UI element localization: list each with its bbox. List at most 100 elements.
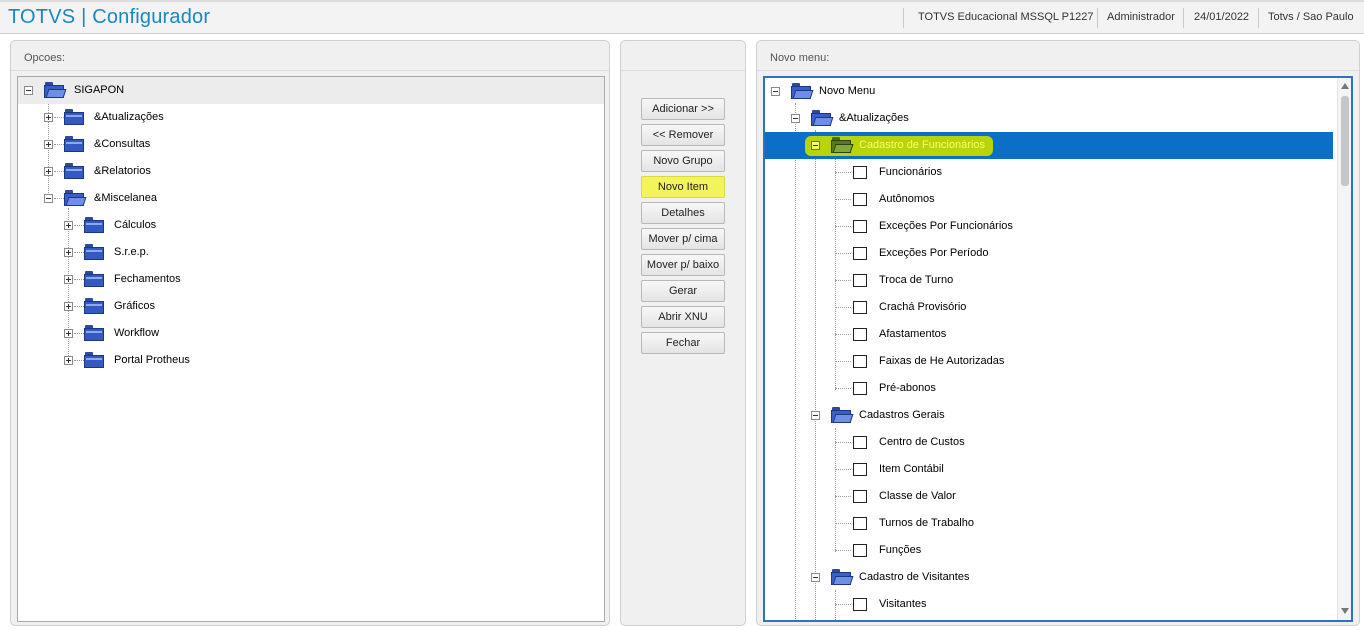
- tree-node-atualizacoes[interactable]: &Atualizações: [765, 105, 1335, 132]
- menu-item-icon: [853, 490, 867, 503]
- tree-node-root[interactable]: SIGAPON: [18, 77, 604, 104]
- tree-line: [54, 117, 64, 118]
- collapse-icon[interactable]: [811, 141, 820, 150]
- menu-item-icon: [853, 544, 867, 557]
- details-button[interactable]: Detalhes: [641, 202, 725, 224]
- expand-icon[interactable]: [64, 275, 73, 284]
- title-bar: TOTVS | Configurador TOTVS Educacional M…: [0, 0, 1364, 34]
- tree-item[interactable]: Pré-abonos: [765, 375, 1335, 402]
- tree-node-relatorios[interactable]: &Relatorios: [18, 158, 604, 185]
- tree-node-label: Autônomos: [879, 193, 935, 205]
- options-tree[interactable]: SIGAPON &Atualizações &Consultas &Relato…: [17, 76, 605, 622]
- tree-node-workflow[interactable]: Workflow: [18, 320, 604, 347]
- tree-line: [835, 469, 851, 470]
- tree-node-portal-protheus[interactable]: Portal Protheus: [18, 347, 604, 374]
- tree-line: [835, 307, 851, 308]
- tree-item[interactable]: Exceções Por Funcionários: [765, 213, 1335, 240]
- tree-item[interactable]: Afastamentos: [765, 321, 1335, 348]
- expand-icon[interactable]: [64, 221, 73, 230]
- tree-node-label: S.r.e.p.: [114, 246, 149, 258]
- remove-button[interactable]: << Remover: [641, 124, 725, 146]
- tree-node-novo-menu[interactable]: Novo Menu: [765, 78, 1335, 105]
- new-item-button[interactable]: Novo Item: [641, 176, 725, 198]
- tree-line: [835, 388, 851, 389]
- tree-node-label: Funcionários: [879, 166, 942, 178]
- tree-node-label: &Relatorios: [94, 165, 151, 177]
- collapse-icon[interactable]: [811, 573, 820, 582]
- tree-node-label: Portal Protheus: [114, 354, 190, 366]
- collapse-icon[interactable]: [771, 87, 780, 96]
- panel-divider: [11, 70, 609, 71]
- tree-node-graficos[interactable]: Gráficos: [18, 293, 604, 320]
- tree-item[interactable]: Centro de Custos: [765, 429, 1335, 456]
- expand-icon[interactable]: [44, 167, 53, 176]
- tree-line: [54, 144, 64, 145]
- tree-item[interactable]: Faixas de He Autorizadas: [765, 348, 1335, 375]
- menu-item-icon: [853, 247, 867, 260]
- add-button[interactable]: Adicionar >>: [641, 98, 725, 120]
- generate-button[interactable]: Gerar: [641, 280, 725, 302]
- collapse-icon[interactable]: [44, 194, 53, 203]
- tree-item[interactable]: Funções: [765, 537, 1335, 564]
- close-button[interactable]: Fechar: [641, 332, 725, 354]
- tree-node-label: Centro de Custos: [879, 436, 965, 448]
- expand-icon[interactable]: [64, 248, 73, 257]
- expand-icon[interactable]: [44, 113, 53, 122]
- tree-node-label: Classe de Valor: [879, 490, 956, 502]
- tree-node-consultas[interactable]: &Consultas: [18, 131, 604, 158]
- folder-closed-icon: [84, 217, 106, 233]
- tree-node-cadastros-gerais[interactable]: Cadastros Gerais: [765, 402, 1335, 429]
- tree-node-cadastro-visitantes[interactable]: Cadastro de Visitantes: [765, 564, 1335, 591]
- expand-icon[interactable]: [44, 140, 53, 149]
- expand-icon[interactable]: [64, 302, 73, 311]
- tree-node-atualizacoes[interactable]: &Atualizações: [18, 104, 604, 131]
- menu-item-icon: [853, 193, 867, 206]
- tree-node-miscelanea[interactable]: &Miscelanea: [18, 185, 604, 212]
- tree-node-fechamentos[interactable]: Fechamentos: [18, 266, 604, 293]
- options-panel-title: Opcoes:: [24, 52, 65, 64]
- tree-node-calculos[interactable]: Cálculos: [18, 212, 604, 239]
- collapse-icon[interactable]: [811, 411, 820, 420]
- move-down-button[interactable]: Mover p/ baixo: [641, 254, 725, 276]
- tree-item[interactable]: Funcionários: [765, 159, 1335, 186]
- tree-node-label: Item Contábil: [879, 463, 944, 475]
- tree-item[interactable]: Turnos de Trabalho: [765, 510, 1335, 537]
- scrollbar-thumb[interactable]: [1341, 96, 1349, 186]
- tree-item[interactable]: Visitantes: [765, 591, 1335, 618]
- tree-item[interactable]: Crachá Provisório: [765, 294, 1335, 321]
- tree-node-label: Troca de Turno: [879, 274, 954, 286]
- new-menu-panel-title: Novo menu:: [770, 52, 830, 64]
- tree-line: [54, 198, 64, 199]
- tree-item[interactable]: Item Contábil: [765, 456, 1335, 483]
- actions-panel: Adicionar >> << Remover Novo Grupo Novo …: [620, 40, 746, 626]
- tree-node-cadastro-funcionarios[interactable]: Cadastro de Funcionários: [765, 132, 1335, 159]
- open-xnu-button[interactable]: Abrir XNU: [641, 306, 725, 328]
- collapse-icon[interactable]: [791, 114, 800, 123]
- tree-item[interactable]: Classe de Valor: [765, 483, 1335, 510]
- folder-open-icon: [831, 407, 854, 423]
- tree-item[interactable]: Troca de Turno: [765, 267, 1335, 294]
- tree-line: [835, 226, 851, 227]
- scroll-down-icon[interactable]: [1341, 608, 1349, 614]
- expand-icon[interactable]: [64, 356, 73, 365]
- move-up-button[interactable]: Mover p/ cima: [641, 228, 725, 250]
- menu-item-icon: [853, 436, 867, 449]
- expand-icon[interactable]: [64, 329, 73, 338]
- options-panel: Opcoes: SIGAPON &Atualizações &Consultas: [10, 40, 610, 626]
- tree-node-label: Faixas de He Autorizadas: [879, 355, 1005, 367]
- tree-item[interactable]: Autônomos: [765, 186, 1335, 213]
- tree-node-srep[interactable]: S.r.e.p.: [18, 239, 604, 266]
- scroll-up-icon[interactable]: [1341, 83, 1349, 89]
- tree-node-label: Gráficos: [114, 300, 155, 312]
- tree-item[interactable]: Exceções Por Período: [765, 240, 1335, 267]
- vertical-scrollbar[interactable]: [1337, 78, 1351, 620]
- new-menu-tree[interactable]: Novo Menu &Atualizações Cadastro de Func…: [763, 76, 1353, 622]
- header-separator: [1258, 8, 1259, 28]
- folder-open-icon: [64, 190, 87, 206]
- folder-open-icon: [791, 83, 814, 99]
- tree-node-label: Exceções Por Funcionários: [879, 220, 1013, 232]
- new-group-button[interactable]: Novo Grupo: [641, 150, 725, 172]
- date-label: 24/01/2022: [1194, 11, 1250, 23]
- branch-label: Totvs / Sao Paulo: [1268, 11, 1354, 23]
- collapse-icon[interactable]: [24, 86, 33, 95]
